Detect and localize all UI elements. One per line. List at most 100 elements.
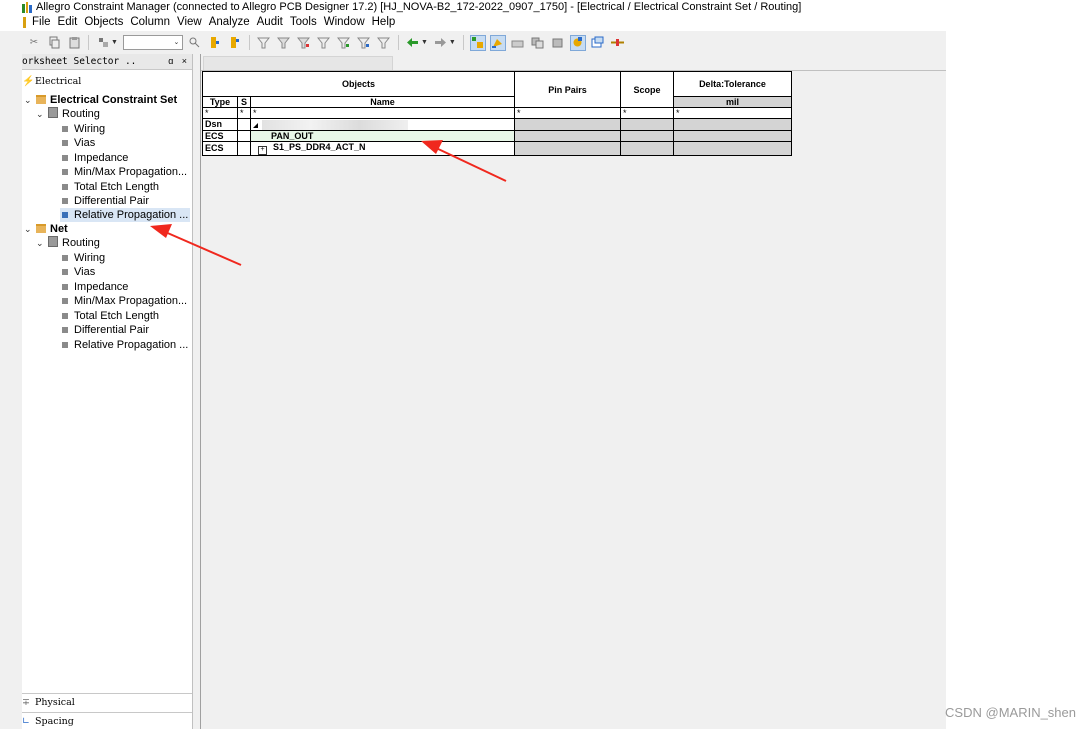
worksheet-tab-blurred[interactable] [203, 56, 393, 70]
design-marker-icon [253, 123, 258, 128]
tree-item-ecs-wiring[interactable]: Wiring [62, 122, 105, 136]
tree-item-label: Differential Pair [74, 324, 149, 336]
menu-view[interactable]: View [177, 15, 202, 30]
filter-apply-icon[interactable] [317, 36, 331, 50]
filter-list-icon[interactable] [357, 36, 371, 50]
tree-item-net-impedance[interactable]: Impedance [62, 280, 128, 294]
pane-controls[interactable]: ɑ × [168, 54, 190, 69]
chevron-down-icon: ⌄ [173, 39, 180, 46]
back-dropdown-icon[interactable]: ▼ [421, 39, 428, 46]
window-icon[interactable] [591, 36, 605, 50]
tree-item-net-differential-pair[interactable]: Differential Pair [62, 323, 149, 337]
filter-cell-name[interactable]: * [250, 107, 515, 119]
tab-physical[interactable]: ∓ Physical [22, 693, 192, 712]
filter-cell-scope[interactable]: * [620, 107, 674, 119]
cell-pin-pairs [514, 129, 621, 142]
menu-analyze[interactable]: Analyze [209, 15, 250, 30]
header-objects[interactable]: Objects [202, 71, 515, 97]
tree-item-net-vias[interactable]: Vias [62, 265, 95, 279]
header-type[interactable]: Type [202, 96, 238, 108]
tree-item-ecs-minmax-propagation[interactable]: Min/Max Propagation... [62, 165, 187, 179]
analyze-icon[interactable] [511, 36, 525, 50]
tree-item-net-routing[interactable]: ⌄ Routing [36, 236, 100, 250]
cut-icon[interactable]: ✂ [27, 36, 41, 50]
cell-delta [673, 140, 792, 156]
cell-s [237, 140, 251, 156]
copy-icon[interactable] [47, 36, 61, 50]
filter-clear-icon[interactable] [277, 36, 291, 50]
cell-name[interactable]: + S1_PS_DDR4_ACT_N [250, 140, 515, 156]
menu-audit[interactable]: Audit [257, 15, 283, 30]
tree-item-ecs-differential-pair[interactable]: Differential Pair [62, 194, 149, 208]
tree-item-electrical-constraint-set[interactable]: ⌄ Electrical Constraint Set [24, 93, 177, 107]
menu-tools[interactable]: Tools [290, 15, 317, 30]
tree-item-label: Impedance [74, 281, 129, 293]
table-row[interactable]: ECS + S1_PS_DDR4_ACT_N [202, 140, 792, 156]
expand-icon[interactable]: + [258, 145, 267, 155]
tab-spacing[interactable]: ∟ Spacing [22, 712, 192, 729]
filter-icon[interactable] [257, 36, 271, 50]
menu-column[interactable]: Column [130, 15, 170, 30]
highlight-icon[interactable] [489, 34, 506, 51]
cell-scope [620, 140, 674, 156]
object-type-icon[interactable] [96, 36, 110, 50]
tree-item-net[interactable]: ⌄ Net [24, 222, 68, 236]
table-row[interactable]: ECS PAN_OUT [202, 129, 792, 142]
tree-item-ecs-vias[interactable]: Vias [62, 136, 95, 150]
cell-name[interactable]: PAN_OUT [250, 129, 515, 142]
filter-cell-pin-pairs[interactable]: * [514, 107, 621, 119]
header-name[interactable]: Name [250, 96, 515, 108]
tree-item-ecs-total-etch-length[interactable]: Total Etch Length [62, 180, 159, 194]
tree-item-net-wiring[interactable]: Wiring [62, 251, 105, 265]
header-delta-tolerance[interactable]: Delta:Tolerance [673, 71, 792, 97]
forward-arrow-icon[interactable] [434, 36, 448, 50]
worksheet-icon [62, 327, 68, 333]
chevron-down-icon[interactable]: ⌄ [24, 93, 34, 107]
chevron-down-icon[interactable]: ⌄ [24, 222, 34, 236]
menu-help[interactable]: Help [372, 15, 396, 30]
chevron-down-icon[interactable]: ⌄ [36, 236, 46, 250]
toolbar-separator [248, 35, 250, 50]
tree-item-label: Total Etch Length [74, 181, 160, 193]
filter-red-icon[interactable] [297, 36, 311, 50]
update-icon[interactable] [569, 34, 586, 51]
header-pin-pairs[interactable]: Pin Pairs [514, 71, 621, 108]
connect-icon[interactable] [611, 36, 625, 50]
table-row[interactable]: Dsn [202, 118, 792, 131]
header-scope[interactable]: Scope [620, 71, 674, 108]
cell-s [237, 129, 251, 142]
find-icon[interactable] [188, 36, 202, 50]
filter-cell-s[interactable]: * [237, 107, 251, 119]
header-s[interactable]: S [237, 96, 251, 108]
toolbar-combo[interactable]: ⌄ [122, 35, 183, 50]
menu-edit[interactable]: Edit [58, 15, 78, 30]
filter-cell-type[interactable]: * [202, 107, 238, 119]
worksheet-icon [62, 140, 68, 146]
chevron-down-icon[interactable]: ⌄ [36, 107, 46, 121]
audit-icon[interactable] [551, 36, 565, 50]
tree-item-ecs-impedance[interactable]: Impedance [62, 151, 128, 165]
menu-objects[interactable]: Objects [84, 15, 123, 30]
back-arrow-icon[interactable] [406, 36, 420, 50]
tree-item-net-minmax-propagation[interactable]: Min/Max Propagation... [62, 294, 187, 308]
filter-cell-delta[interactable]: * [673, 107, 792, 119]
tab-electrical[interactable]: ⚡Electrical [22, 73, 192, 90]
tree-item-net-total-etch-length[interactable]: Total Etch Length [62, 309, 159, 323]
paste-icon[interactable] [67, 36, 81, 50]
filter-check-icon[interactable] [337, 36, 351, 50]
object-type-dropdown-icon[interactable]: ▼ [111, 39, 118, 46]
menu-window[interactable]: Window [324, 15, 365, 30]
bookmark-next-icon[interactable] [228, 36, 242, 50]
menu-file[interactable]: File [32, 15, 51, 30]
tree-item-label: Vias [74, 137, 96, 149]
tree-item-label: Relative Propagation ... [74, 339, 189, 351]
hierarchy-view-icon[interactable] [469, 34, 486, 51]
tree-item-net-relative-propagation[interactable]: Relative Propagation ... [62, 338, 188, 352]
filter-options-icon[interactable] [377, 36, 391, 50]
bookmark-icon[interactable] [208, 36, 222, 50]
tree-item-ecs-relative-propagation[interactable]: Relative Propagation ... [60, 208, 191, 222]
compare-icon[interactable] [531, 36, 545, 50]
tab-electrical-label: Electrical [35, 76, 82, 87]
tree-item-ecs-routing[interactable]: ⌄ Routing [36, 107, 100, 121]
forward-dropdown-icon[interactable]: ▼ [449, 39, 456, 46]
